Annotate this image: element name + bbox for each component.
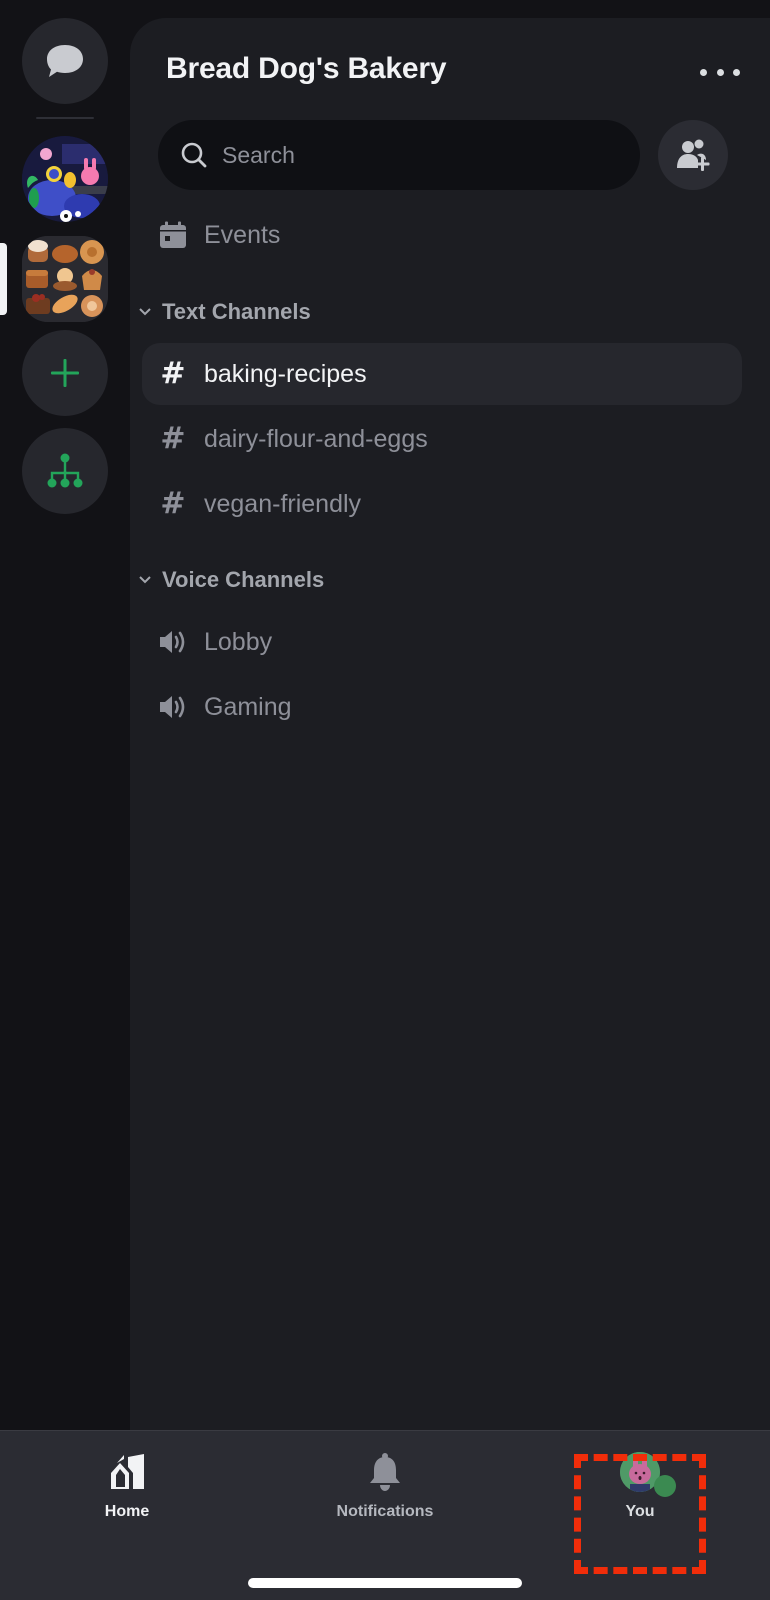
events-label: Events: [204, 220, 281, 249]
home-indicator-bar[interactable]: [248, 1578, 522, 1588]
chat-bubble-icon: [47, 45, 83, 77]
tab-label: Notifications: [336, 1503, 434, 1520]
category-label: Voice Channels: [162, 567, 325, 592]
ellipsis-icon: [700, 68, 707, 76]
channel-name: baking-recipes: [204, 359, 367, 388]
rail-separator: [36, 117, 94, 119]
tab-label: You: [625, 1503, 655, 1520]
invite-members-button[interactable]: [658, 120, 728, 190]
channel-lobby[interactable]: Lobby: [142, 611, 742, 673]
text-channel-hash-icon: #: [160, 356, 186, 391]
pastries-art-icon: [22, 236, 108, 322]
add-server-button[interactable]: [22, 330, 108, 416]
hub-tree-icon: [47, 453, 83, 488]
home-icon: [108, 1449, 146, 1495]
server-icon-bread-dogs-bakery[interactable]: [22, 236, 108, 322]
community-art-icon: [22, 136, 108, 222]
tab-notifications[interactable]: Notifications: [305, 1449, 465, 1521]
channel-name: Gaming: [204, 692, 292, 721]
search-input[interactable]: [222, 141, 602, 169]
active-server-indicator: [0, 243, 7, 315]
plus-icon: [51, 359, 79, 387]
channel-baking-recipes[interactable]: # baking-recipes: [142, 343, 742, 405]
server-rail: [0, 0, 130, 1430]
tab-label: Home: [104, 1503, 150, 1520]
server-title[interactable]: Bread Dog's Bakery: [166, 52, 447, 86]
events-item[interactable]: Events: [142, 204, 742, 266]
channel-panel: Bread Dog's Bakery Search Events Text Ch…: [130, 18, 770, 1430]
channel-vegan-friendly[interactable]: # vegan-friendly: [142, 473, 742, 535]
category-label: Text Channels: [162, 299, 311, 324]
chevron-down-icon: [136, 571, 154, 589]
channel-name: vegan-friendly: [204, 489, 362, 518]
discord-app: Bread Dog's Bakery Search Events Text Ch…: [0, 0, 770, 1600]
ellipsis-dot: [716, 68, 724, 76]
text-channel-hash-icon: #: [160, 421, 186, 456]
calendar-icon: [158, 220, 188, 250]
category-voice-channels[interactable]: Voice Channels: [136, 563, 324, 597]
direct-messages-button[interactable]: [22, 18, 108, 104]
channel-name: dairy-flour-and-eggs: [204, 424, 428, 453]
server-more-button[interactable]: [700, 60, 740, 84]
search-icon: [181, 142, 207, 168]
speaker-icon: [158, 627, 188, 657]
speaker-icon: [158, 692, 188, 722]
online-status-dot: [654, 1475, 676, 1497]
tab-home[interactable]: Home: [47, 1449, 207, 1521]
server-icon-community[interactable]: [22, 136, 108, 222]
text-channel-hash-icon: #: [160, 486, 186, 521]
tab-you[interactable]: You: [560, 1449, 720, 1521]
channel-name: Lobby: [204, 627, 273, 656]
category-text-channels[interactable]: Text Channels: [136, 295, 311, 329]
discover-button[interactable]: [22, 428, 108, 514]
channel-gaming[interactable]: Gaming: [142, 676, 742, 738]
bottom-tab-bar: Home Notifications You: [0, 1430, 770, 1600]
search-bar[interactable]: [158, 120, 640, 190]
ellipsis-dot: [733, 68, 740, 76]
bell-icon: [367, 1449, 403, 1495]
channel-dairy-flour-and-eggs[interactable]: # dairy-flour-and-eggs: [142, 408, 742, 470]
chevron-down-icon: [136, 303, 154, 321]
add-member-icon: [677, 139, 710, 171]
